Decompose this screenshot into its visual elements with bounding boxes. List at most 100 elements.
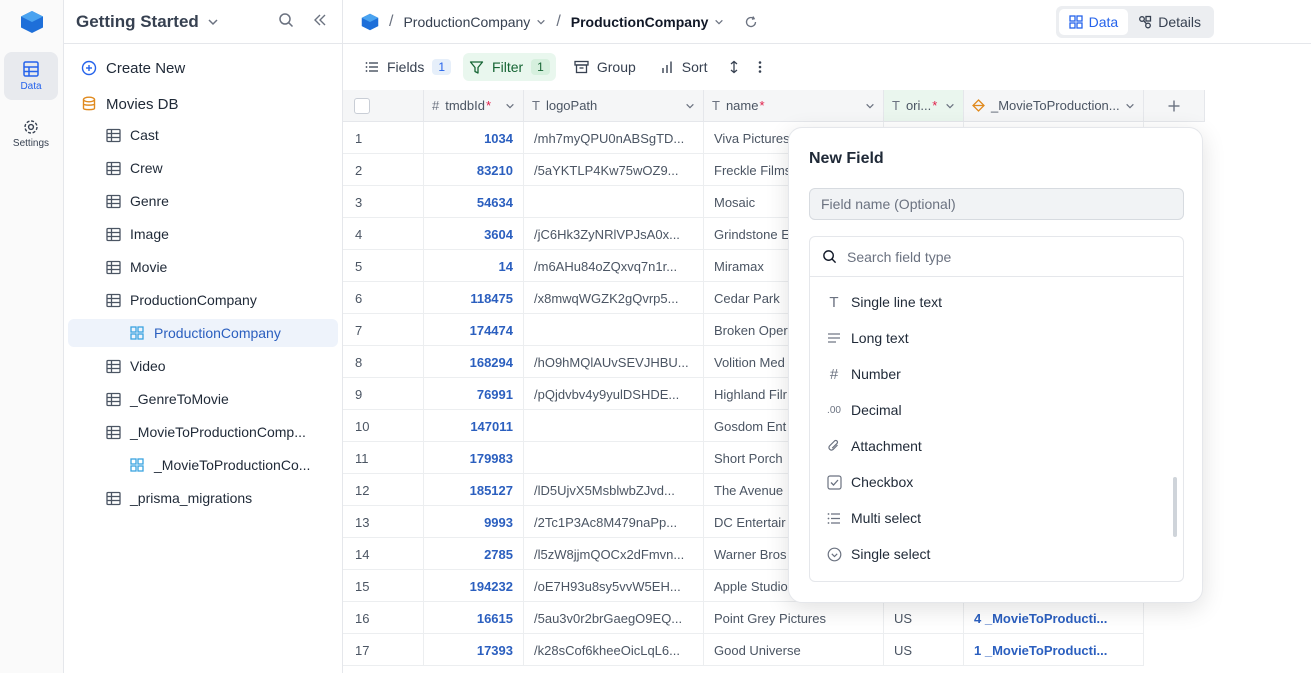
row-index: 3 [343,186,424,218]
sidebar-table-item[interactable]: _GenreToMovie [68,385,338,413]
cell-tmdbid[interactable]: 2785 [424,538,524,570]
field-type-option[interactable]: # Number [826,360,901,388]
sidebar-table-item[interactable]: ProductionCompany [68,286,338,314]
cell-logopath[interactable]: /l5zW8jjmQOCx2dFmvn... [524,538,704,570]
cell-name[interactable]: Good Universe [704,634,884,666]
column-header-origin[interactable]: T ori... * [884,90,964,122]
sidebar-view-item[interactable]: _MovieToProductionCo... [68,451,338,479]
group-button[interactable]: Group [568,53,642,81]
cell-tmdbid[interactable]: 168294 [424,346,524,378]
collapse-sidebar-icon[interactable] [312,12,328,28]
sort-button[interactable]: Sort [654,53,714,81]
cell-logopath[interactable]: /k28sCof6kheeOicLqL6... [524,634,704,666]
cell-tmdbid[interactable]: 54634 [424,186,524,218]
required-marker: * [759,98,765,113]
cell-origin[interactable]: US [884,602,964,634]
cell-logopath[interactable]: /pQjdvbv4y9yulDSHDE... [524,378,704,410]
toggle-details[interactable]: Details [1128,9,1211,35]
cell-name[interactable]: Point Grey Pictures [704,602,884,634]
cell-tmdbid[interactable]: 17393 [424,634,524,666]
field-name-input[interactable] [809,188,1184,220]
cell-logopath[interactable]: /2Tc1P3Ac8M479naPp... [524,506,704,538]
cell-tmdbid[interactable]: 118475 [424,282,524,314]
cell-tmdbid[interactable]: 16615 [424,602,524,634]
sidebar-view-item[interactable]: ProductionCompany [68,319,338,347]
cell-tmdbid[interactable]: 179983 [424,442,524,474]
cell-tmdbid[interactable]: 76991 [424,378,524,410]
database-item[interactable]: Movies DB [68,90,338,118]
table-row[interactable]: 16 16615/5au3v0r2brGaegO9EQ... Point Grey … [343,602,1144,634]
cell-tmdbid[interactable]: 1034 [424,122,524,154]
sidebar-table-item[interactable]: Crew [68,154,338,182]
field-type-option[interactable]: Checkbox [826,468,913,496]
breadcrumb-view[interactable]: ProductionCompany [571,14,725,30]
rail-data[interactable]: Data [4,52,58,100]
scrollbar-thumb[interactable] [1173,477,1177,537]
filter-button[interactable]: Filter 1 [463,53,556,81]
cell-logopath[interactable]: /m6AHu84oZQxvq7n1r... [524,250,704,282]
table-row[interactable]: 17 17393/k28sCof6kheeOicLqL6... Good Unive… [343,634,1144,666]
sidebar-item-label: Image [130,226,169,242]
cell-logopath[interactable] [524,314,704,346]
field-type-label: Single select [851,546,931,562]
search-icon[interactable] [278,12,294,28]
field-type-label: Long text [851,330,909,346]
more-options-button[interactable] [751,53,769,81]
cell-tmdbid[interactable]: 185127 [424,474,524,506]
sidebar-table-item[interactable]: Movie [68,253,338,281]
field-type-search-input[interactable] [847,248,1147,265]
select-all-checkbox[interactable] [354,97,370,114]
chevron-down-icon[interactable] [207,16,219,28]
cell-logopath[interactable]: /oE7H93u8sy5vvW5EH... [524,570,704,602]
cell-logopath[interactable]: /hO9hMQlAUvSEVJHBU... [524,346,704,378]
column-header-logopath[interactable]: T logoPath [524,90,704,122]
cell-tmdbid[interactable]: 174474 [424,314,524,346]
cell-logopath[interactable] [524,186,704,218]
field-type-option[interactable]: Single select [826,540,930,568]
breadcrumb-table[interactable]: ProductionCompany [403,14,546,30]
refresh-icon[interactable] [744,15,758,29]
cell-logopath[interactable]: /mh7myQPU0nABSgTD... [524,122,704,154]
field-type-option[interactable]: Long text [826,324,909,352]
fields-button[interactable]: Fields 1 [359,53,457,81]
cell-tmdbid[interactable]: 194232 [424,570,524,602]
sidebar-table-item[interactable]: Video [68,352,338,380]
field-type-option[interactable]: .00 Decimal [826,396,902,424]
list-icon [826,510,842,526]
cell-logopath[interactable]: /lD5UjvX5MsblwbZJvd... [524,474,704,506]
sidebar-table-item[interactable]: Genre [68,187,338,215]
add-column-button[interactable] [1144,90,1205,122]
sidebar-table-item[interactable]: _MovieToProductionComp... [68,418,338,446]
cell-tmdbid[interactable]: 14 [424,250,524,282]
cell-tmdbid[interactable]: 83210 [424,154,524,186]
cell-logopath[interactable] [524,410,704,442]
field-type-option[interactable]: T Single line text [826,288,942,316]
row-height-button[interactable] [723,53,745,81]
cell-origin[interactable]: US [884,634,964,666]
toggle-data[interactable]: Data [1058,9,1129,35]
workspace-title[interactable]: Getting Started [76,12,199,32]
sidebar-item-label: Crew [130,160,163,176]
cell-tmdbid[interactable]: 3604 [424,218,524,250]
sidebar-table-item[interactable]: Image [68,220,338,248]
cell-logopath[interactable]: /x8mwqWGZK2gQvrp5... [524,282,704,314]
sidebar-table-item[interactable]: _prisma_migrations [68,484,338,512]
column-header-tmdbid[interactable]: # tmdbId * [424,90,524,122]
cell-tmdbid[interactable]: 147011 [424,410,524,442]
sidebar-item-label: _GenreToMovie [130,391,229,407]
cell-logopath[interactable]: /5au3v0r2brGaegO9EQ... [524,602,704,634]
cell-tmdbid[interactable]: 9993 [424,506,524,538]
field-type-option[interactable]: Multi select [826,504,921,532]
column-header-movie-link[interactable]: _MovieToProduction... [964,90,1144,122]
cell-movie-link[interactable]: 4 _MovieToProducti... [964,602,1144,634]
field-type-option[interactable]: Attachment [826,432,922,460]
cell-logopath[interactable]: /5aYKTLP4Kw75wOZ9... [524,154,704,186]
cell-logopath[interactable]: /jC6Hk3ZyNRlVPJsA0x... [524,218,704,250]
create-new-button[interactable]: Create New [68,54,338,82]
table-icon [105,194,121,208]
cell-movie-link[interactable]: 1 _MovieToProducti... [964,634,1144,666]
cell-logopath[interactable] [524,442,704,474]
rail-settings[interactable]: Settings [4,110,58,158]
sidebar-table-item[interactable]: Cast [68,121,338,149]
column-header-name[interactable]: T name * [704,90,884,122]
